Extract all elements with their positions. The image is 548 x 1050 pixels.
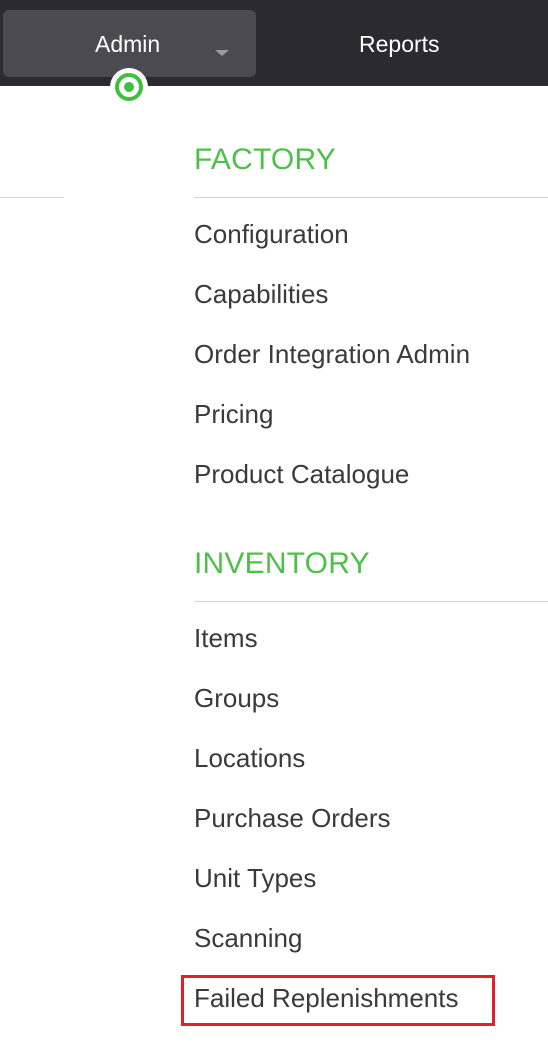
section-divider xyxy=(194,601,548,602)
nav-admin-label: Admin xyxy=(95,31,161,57)
section-divider xyxy=(194,197,548,198)
highlight-box xyxy=(181,975,495,1026)
nav-admin-dropdown[interactable]: Admin xyxy=(3,10,256,77)
nav-reports-label: Reports xyxy=(359,31,440,57)
menu-item-capabilities[interactable]: Capabilities xyxy=(194,278,328,310)
menu-item-configuration[interactable]: Configuration xyxy=(194,218,349,250)
menu-item-groups[interactable]: Groups xyxy=(194,682,279,714)
menu-item-purchase-orders[interactable]: Purchase Orders xyxy=(194,802,391,834)
menu-item-order-integration-admin[interactable]: Order Integration Admin xyxy=(194,338,470,370)
menu-item-unit-types[interactable]: Unit Types xyxy=(194,862,316,894)
menu-item-product-catalogue[interactable]: Product Catalogue xyxy=(194,458,409,490)
section-title-inventory: INVENTORY xyxy=(194,547,370,580)
nav-reports[interactable]: Reports xyxy=(330,10,475,77)
menu-item-items[interactable]: Items xyxy=(194,622,258,654)
section-title-factory: FACTORY xyxy=(194,143,336,176)
top-nav-bar: Admin Reports xyxy=(0,0,548,86)
menu-item-pricing[interactable]: Pricing xyxy=(194,398,273,430)
left-divider xyxy=(0,197,64,198)
menu-item-locations[interactable]: Locations xyxy=(194,742,305,774)
active-indicator-icon xyxy=(110,68,148,106)
chevron-down-icon xyxy=(215,50,229,56)
menu-item-scanning[interactable]: Scanning xyxy=(194,922,302,954)
